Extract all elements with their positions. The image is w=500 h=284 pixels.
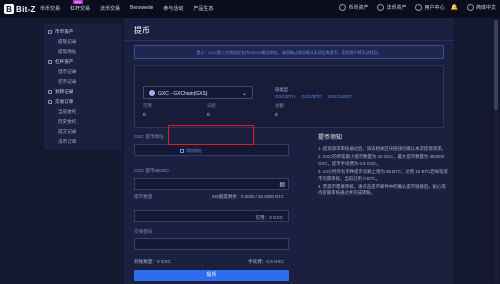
language-label: 简体中文 — [475, 5, 496, 11]
available-text: 可用：0 GXC — [255, 214, 283, 220]
coin-select-value: GXC - GXChain(GXS) — [158, 90, 208, 97]
sidebar-item-label: 币币资产 — [55, 29, 74, 34]
memo-input[interactable]: ▤ — [134, 178, 289, 190]
header-right: 币币资产 法币资产 用户中心 🔔 简体中文 — [330, 4, 496, 11]
sidebar-item-borrow-records[interactable]: 借币记录 — [58, 69, 76, 75]
orders-icon — [48, 99, 52, 104]
language-switch[interactable]: 简体中文 — [466, 4, 496, 11]
stat-value: 0 — [143, 112, 146, 117]
wallet-icon — [339, 4, 347, 11]
nav-activities[interactable]: 参与活动 — [163, 5, 183, 12]
note-item: 1. 提现请求审核通过后，请去相关区块链钱包确认本次提现请求。 — [318, 146, 446, 151]
coin-assets-label: 币币资产 — [348, 5, 369, 11]
sidebar-item-open-orders[interactable]: 当前委托 — [58, 109, 76, 115]
address-book-icon[interactable]: ▤ — [279, 181, 285, 188]
coin-selector-panel: GXC - GXChain(GXS) ⌄ 链类型 GXC/ETH GXC/BTC… — [134, 65, 444, 128]
sidebar-item-trade-orders[interactable]: 交易订单 — [48, 99, 73, 105]
nav-margin-trading[interactable]: New 杠杆交易 — [70, 0, 91, 12]
wallet-icon — [48, 29, 52, 34]
stat-available: 可用 0 — [143, 103, 152, 117]
submit-withdraw-button[interactable]: 提币 — [134, 270, 289, 281]
password-label: 交易密码 — [134, 229, 153, 234]
sidebar-item-fiat-orders[interactable]: 法币订单 — [58, 139, 76, 145]
sidebar-item-withdraw-address[interactable]: 提现地址 — [58, 49, 76, 55]
stat-label: 总额 — [275, 103, 284, 108]
new-badge: New — [73, 0, 84, 4]
sidebar-item-trade-history[interactable]: 成交记录 — [58, 129, 76, 135]
note-item: 3. 24小时所有币种提币总额上限为 50 BTC，达到 10 BTC后每笔提币… — [318, 169, 448, 181]
add-address-button[interactable]: 添加地址 — [180, 148, 202, 154]
fiat-assets-link[interactable]: 法币资产 — [377, 4, 406, 11]
nav-margin-label: 杠杆交易 — [70, 6, 91, 12]
page-scrollbar[interactable] — [494, 20, 498, 282]
margin-icon — [48, 59, 52, 64]
sidebar-item-order-history[interactable]: 历史委托 — [58, 119, 76, 125]
memo-label: GXC 提币MEMO — [134, 168, 169, 173]
logo-text: Bit-Z — [16, 4, 36, 14]
sidebar-item-transfer-records[interactable]: 划转记录 — [48, 89, 73, 95]
coin-icon — [149, 90, 155, 96]
sidebar-item-label: 杠杆资产 — [55, 59, 74, 64]
sidebar-item-repay-records[interactable]: 还币记录 — [58, 79, 76, 85]
withdraw-notes: 提币须知 1. 提现请求审核通过后，请去相关区块链钱包确认本次提现请求。 2. … — [318, 132, 448, 199]
amount-label: 提币数量 — [134, 194, 153, 199]
divider — [124, 40, 454, 41]
notice-text: 提示：GXC第三方钱包仅支持TRC20格式地址，请您确认地址格式无误后再提币，否… — [196, 50, 382, 55]
withdraw-panel: 提币 提示：GXC第三方钱包仅支持TRC20格式地址，请您确认地址格式无误后再提… — [124, 18, 454, 284]
nav-fiat-trading[interactable]: 法币交易 — [100, 5, 120, 12]
sidebar-item-label: 划转记录 — [55, 89, 74, 94]
page-title: 提币 — [134, 26, 150, 35]
chain-option[interactable]: GXC/USDT — [328, 94, 352, 99]
user-center-link[interactable]: 用户中心 — [415, 4, 445, 11]
fiat-assets-label: 法币资产 — [386, 5, 407, 11]
sidebar-item-margin-assets[interactable]: 杠杆资产 — [48, 59, 73, 65]
password-input[interactable] — [134, 238, 289, 250]
stat-value: 0 — [275, 112, 278, 117]
chevron-down-icon: ⌄ — [241, 90, 247, 97]
limit-text: 24h额度剩余：0.0000 / 50.0000 BTC — [211, 194, 284, 199]
scroll-thumb[interactable] — [494, 20, 498, 110]
nav-coin-trading[interactable]: 币币交易 — [40, 5, 60, 12]
globe-icon — [466, 4, 474, 11]
bell-icon[interactable]: 🔔 — [451, 4, 458, 11]
brand-logo[interactable]: B Bit-Z — [4, 3, 36, 15]
amount-input[interactable]: 可用：0 GXC — [134, 210, 289, 222]
chain-type-label: 链类型 — [275, 87, 289, 92]
note-item: 4. 若提币需要审核，请点击提币邮件中的确认提币链接后，耐心等待客服审核通过并完… — [318, 184, 446, 196]
add-address-icon — [180, 149, 184, 153]
chain-option[interactable]: GXC/BTC — [301, 94, 321, 99]
note-item: 2. GXC的单笔最小提币数量为 20 GXC，最大提币数量为 300000 G… — [318, 154, 445, 166]
stat-total: 总额 0 — [275, 103, 284, 117]
stat-frozen: 冻结 0 — [207, 103, 216, 117]
highlight-box — [168, 125, 254, 145]
stat-label: 可用 — [143, 103, 152, 108]
top-nav-bar: B Bit-Z 币币交易 New 杠杆交易 法币交易 Benswede 参与活动… — [0, 0, 500, 18]
wallet-icon — [377, 4, 385, 11]
coin-assets-link[interactable]: 币币资产 — [339, 4, 368, 11]
address-label: GXC 提币地址 — [134, 134, 164, 139]
add-address-label: 添加地址 — [186, 148, 202, 153]
logo-mark: B — [4, 4, 14, 14]
address-field[interactable]: 添加地址 — [134, 144, 289, 156]
sidebar-item-withdraw-records[interactable]: 提现记录 — [58, 39, 76, 45]
notes-title: 提币须知 — [318, 135, 343, 141]
stat-label: 冻结 — [207, 103, 216, 108]
sidebar-item-coin-assets[interactable]: 币币资产 — [48, 29, 73, 35]
notice-banner: 提示：GXC第三方钱包仅支持TRC20格式地址，请您确认地址格式无误后再提币，否… — [134, 45, 444, 59]
arrival-amount: 到账数量：0 GXC — [134, 258, 171, 264]
stat-value: 0 — [207, 112, 210, 117]
sidebar: 币币资产 提现记录 提现地址 杠杆资产 借币记录 还币记录 划转记录 交易订单 … — [44, 24, 122, 150]
user-icon — [415, 4, 423, 11]
arrival-row: 到账数量：0 GXC 手续费：0.5 GXC — [134, 255, 289, 267]
nav-benswede[interactable]: Benswede — [130, 5, 153, 12]
user-center-label: 用户中心 — [424, 5, 445, 11]
fee-text: 手续费：0.5 GXC — [248, 258, 284, 264]
main-nav: 币币交易 New 杠杆交易 法币交易 Benswede 参与活动 产品生态 — [40, 0, 223, 12]
sidebar-item-label: 交易订单 — [55, 99, 74, 104]
chain-options: GXC/ETH GXC/BTC GXC/USDT — [275, 94, 358, 99]
chain-option[interactable]: GXC/ETH — [275, 94, 295, 99]
nav-ecosystem[interactable]: 产品生态 — [193, 5, 213, 12]
coin-select-dropdown[interactable]: GXC - GXChain(GXS) ⌄ — [143, 86, 253, 99]
transfer-icon — [48, 89, 52, 94]
